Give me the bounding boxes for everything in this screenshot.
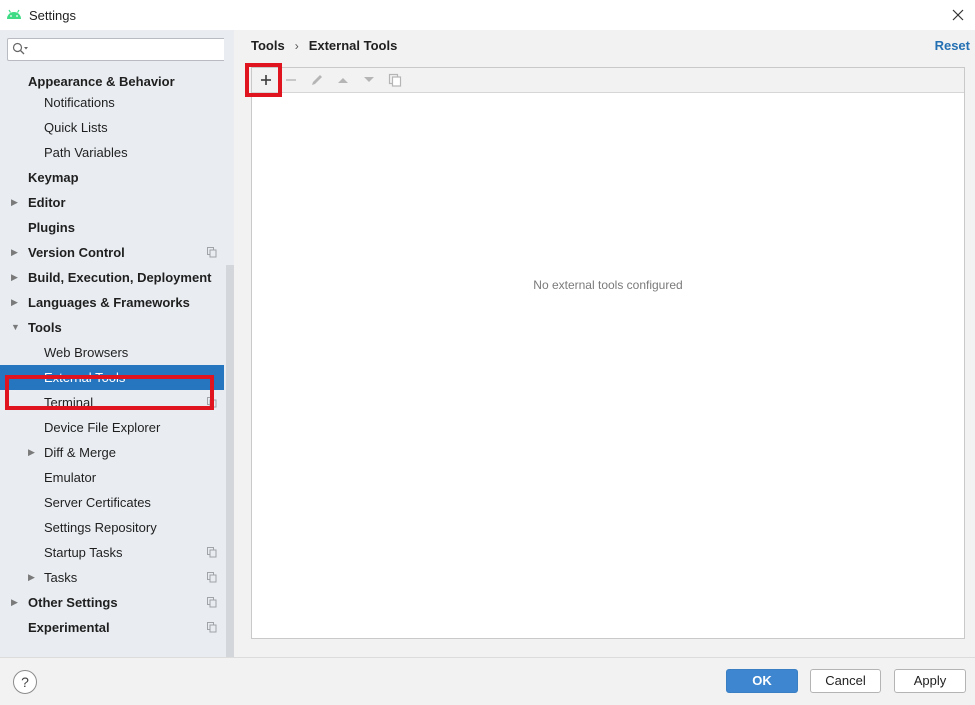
tree-item-label: Notifications — [44, 95, 115, 110]
collapsed-arrow-icon[interactable]: ▶ — [11, 265, 18, 290]
move-up-button[interactable] — [332, 70, 354, 90]
close-button[interactable] — [947, 4, 969, 26]
project-level-icon — [207, 547, 217, 558]
window-title: Settings — [29, 8, 76, 23]
tree-item-label: Plugins — [28, 220, 75, 235]
copy-icon — [388, 73, 402, 87]
tree-item[interactable]: Web Browsers — [0, 340, 224, 365]
tree-item[interactable]: Settings Repository — [0, 515, 224, 540]
breadcrumb: Tools › External Tools — [251, 38, 397, 53]
android-icon — [7, 9, 21, 19]
dialog-footer: ? OK Cancel Apply — [0, 657, 975, 705]
tree-item-label: Path Variables — [44, 145, 128, 160]
edit-tool-button[interactable] — [306, 70, 328, 90]
collapsed-arrow-icon[interactable]: ▶ — [11, 240, 18, 265]
apply-button[interactable]: Apply — [894, 669, 966, 693]
tree-item-label: Experimental — [28, 620, 110, 635]
tree-item-label: External Tools — [44, 370, 126, 385]
tree-item-label: Version Control — [28, 245, 125, 260]
search-box[interactable] — [7, 38, 226, 61]
project-level-icon — [207, 622, 217, 633]
tree-item-label: Editor — [28, 195, 66, 210]
minus-icon — [286, 79, 296, 81]
expanded-arrow-icon[interactable]: ▼ — [11, 315, 20, 340]
copy-tool-button[interactable] — [384, 70, 406, 90]
empty-state-text: No external tools configured — [533, 278, 683, 292]
title-bar: Settings — [0, 0, 975, 30]
tree-item-label: Other Settings — [28, 595, 118, 610]
move-up-icon — [338, 78, 348, 83]
tree-item-label: Languages & Frameworks — [28, 295, 190, 310]
tree-item[interactable]: ▶ Languages & Frameworks — [0, 290, 224, 315]
tree-item[interactable]: Path Variables — [0, 140, 224, 165]
tree-item[interactable]: Terminal — [0, 390, 224, 415]
collapsed-arrow-icon[interactable]: ▶ — [28, 440, 35, 465]
search-icon — [12, 42, 28, 55]
project-level-icon — [207, 597, 217, 608]
tree-item[interactable]: ▶ Diff & Merge — [0, 440, 224, 465]
tree-sticky-header: Appearance & Behavior — [0, 72, 224, 90]
tree-item[interactable]: Emulator — [0, 465, 224, 490]
collapsed-arrow-icon[interactable]: ▶ — [11, 290, 18, 315]
tree-item-label: Settings Repository — [44, 520, 157, 535]
cancel-button[interactable]: Cancel — [810, 669, 881, 693]
tree-item-label: Terminal — [44, 395, 94, 410]
sticky-header-label: Appearance & Behavior — [28, 74, 175, 89]
remove-tool-button[interactable] — [280, 70, 302, 90]
collapsed-arrow-icon[interactable]: ▶ — [11, 590, 18, 615]
tree-item-label: Diff & Merge — [44, 445, 117, 460]
add-tool-button[interactable] — [255, 70, 277, 90]
tree-item[interactable]: Experimental — [0, 615, 224, 640]
breadcrumb-parent[interactable]: Tools — [251, 38, 285, 53]
tree-item-label: Server Certificates — [44, 495, 151, 510]
tree-item[interactable]: ▶ Build, Execution, Deployment — [0, 265, 224, 290]
reset-link[interactable]: Reset — [935, 38, 970, 53]
tree-item-label: Web Browsers — [44, 345, 129, 360]
ok-button[interactable]: OK — [726, 669, 798, 693]
breadcrumb-current: External Tools — [308, 38, 398, 53]
tree-item-label: Emulator — [44, 470, 97, 485]
settings-tree: ScopesNotificationsQuick ListsPath Varia… — [0, 72, 234, 657]
tree-item[interactable]: Notifications — [0, 90, 224, 115]
tree-item[interactable]: ▶ Editor — [0, 190, 224, 215]
settings-sidebar: ScopesNotificationsQuick ListsPath Varia… — [0, 30, 234, 657]
tree-item[interactable]: Quick Lists — [0, 115, 224, 140]
plus-icon — [261, 75, 271, 85]
close-icon — [952, 9, 964, 21]
tree-item-label: Tools — [28, 320, 62, 335]
move-down-icon — [364, 77, 374, 82]
tree-item[interactable]: Startup Tasks — [0, 540, 224, 565]
tree-item[interactable]: Plugins — [0, 215, 224, 240]
tree-item[interactable]: External Tools — [0, 365, 234, 390]
tree-item[interactable]: Device File Explorer — [0, 415, 224, 440]
collapsed-arrow-icon[interactable]: ▶ — [11, 190, 18, 215]
external-tools-panel: No external tools configured — [251, 67, 965, 639]
breadcrumb-separator: › — [294, 38, 299, 53]
tree-item[interactable]: Server Certificates — [0, 490, 224, 515]
tree-item[interactable]: Keymap — [0, 165, 224, 190]
tree-item[interactable]: ▶ Version Control — [0, 240, 224, 265]
edit-icon — [312, 75, 322, 85]
collapsed-arrow-icon[interactable]: ▶ — [28, 565, 35, 590]
tree-item-label: Build, Execution, Deployment — [28, 270, 212, 285]
project-level-icon — [207, 397, 217, 408]
tree-item[interactable]: ▶ Other Settings — [0, 590, 224, 615]
move-down-button[interactable] — [358, 70, 380, 90]
project-level-icon — [207, 572, 217, 583]
tree-item-label: Keymap — [28, 170, 79, 185]
main-content: Tools › External Tools Reset No external… — [234, 30, 975, 657]
tree-item[interactable]: ▼ Tools — [0, 315, 224, 340]
tree-item-label: Tasks — [44, 570, 78, 585]
tree-item[interactable]: ▶ Tasks — [0, 565, 224, 590]
tree-item-label: Quick Lists — [44, 120, 108, 135]
project-level-icon — [207, 247, 217, 258]
search-input[interactable] — [34, 41, 219, 58]
help-button[interactable]: ? — [13, 670, 37, 694]
sidebar-scroll-thumb[interactable] — [226, 265, 234, 657]
tree-item-label: Startup Tasks — [44, 545, 123, 560]
settings-dialog: Settings ScopesNotificationsQuick ListsP… — [0, 0, 975, 705]
tools-toolbar — [252, 68, 964, 93]
tree-item-label: Device File Explorer — [44, 420, 161, 435]
